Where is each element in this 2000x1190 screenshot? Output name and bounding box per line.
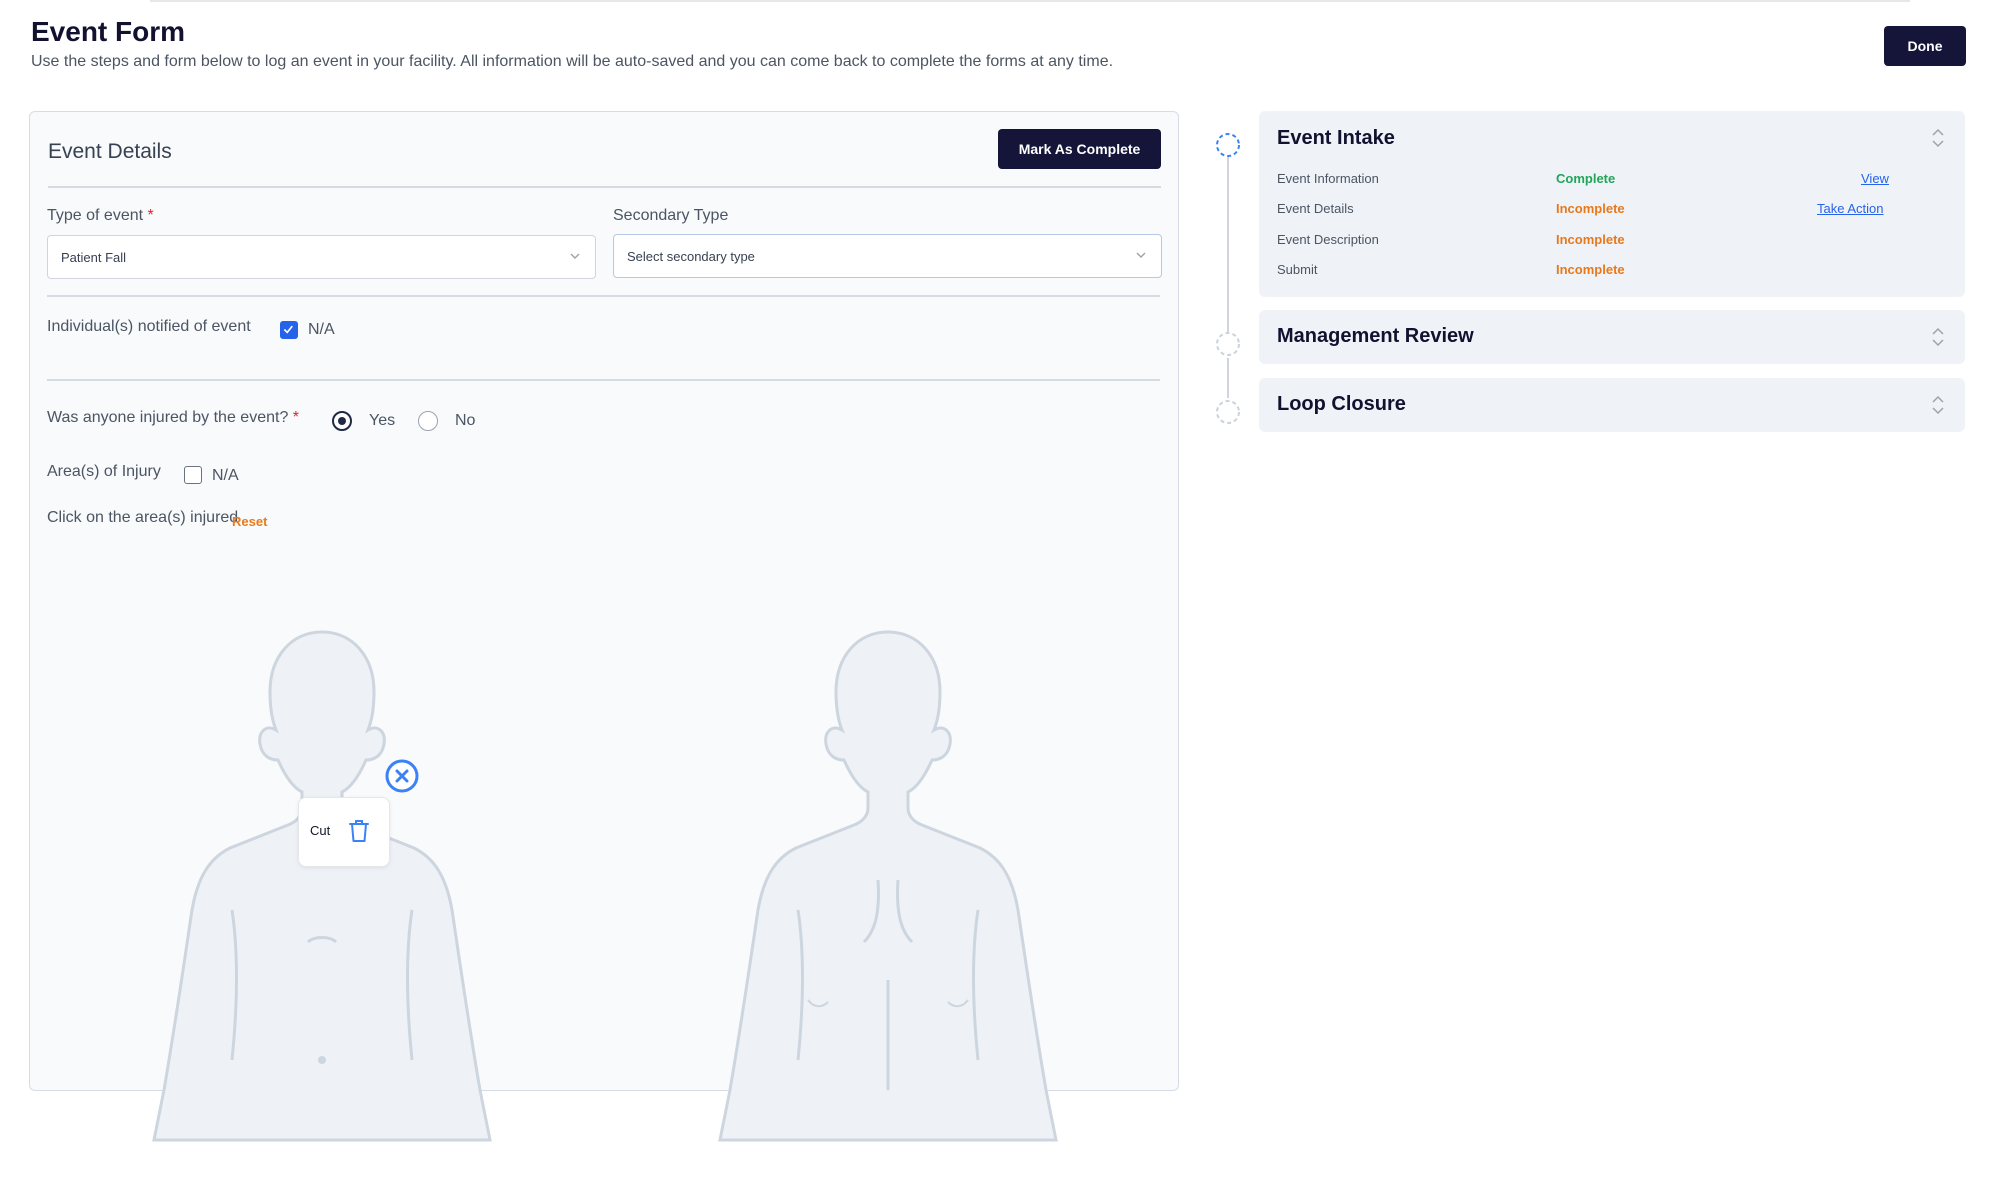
body-back-figure[interactable] <box>708 570 1068 1190</box>
accordion-event-intake[interactable]: Event Intake Event Information Complete … <box>1259 111 1965 297</box>
type-of-event-label: Type of event * <box>47 207 154 225</box>
injured-yes-label: Yes <box>369 412 396 429</box>
required-marker: * <box>147 207 154 224</box>
step-row-label: Submit <box>1277 262 1318 277</box>
step-row-label: Event Description <box>1277 232 1379 247</box>
injured-question-text: Was anyone injured by the event? <box>47 409 289 426</box>
injured-no-label: No <box>455 412 476 429</box>
type-label-text: Type of event <box>47 207 144 224</box>
step-connector <box>1227 358 1229 398</box>
step-row-status: Incomplete <box>1556 262 1625 277</box>
step-circle-icon <box>1216 332 1240 356</box>
step-circle-icon <box>1216 133 1240 157</box>
type-of-event-select[interactable]: Patient Fall <box>47 235 596 279</box>
type-of-event-value: Patient Fall <box>61 249 127 265</box>
notified-label: Individual(s) notified of event <box>47 318 251 335</box>
required-marker: * <box>292 409 300 426</box>
divider <box>47 295 1160 297</box>
close-circle-icon[interactable] <box>385 759 419 793</box>
areas-na-checkbox[interactable] <box>184 466 202 484</box>
accordion-title: Loop Closure <box>1277 393 1406 415</box>
step-circle-icon <box>1216 400 1240 424</box>
expand-collapse-icon[interactable] <box>1931 394 1945 416</box>
divider <box>48 186 1161 188</box>
click-area-instruction: Click on the area(s) injured <box>47 509 239 526</box>
step-row-status: Incomplete <box>1556 201 1625 216</box>
areas-of-injury-label: Area(s) of Injury <box>47 463 161 480</box>
card-title: Event Details <box>48 140 172 163</box>
page-title: Event Form <box>31 16 186 47</box>
accordion-management-review[interactable]: Management Review <box>1259 310 1965 364</box>
done-button[interactable]: Done <box>1884 26 1966 66</box>
divider <box>47 379 1160 381</box>
step-row-label: Event Details <box>1277 201 1354 216</box>
areas-na-label: N/A <box>212 467 239 484</box>
page-subtitle: Use the steps and form below to log an e… <box>31 53 1114 70</box>
injury-type-label: Cut <box>310 823 331 838</box>
injured-yes-radio[interactable] <box>332 411 352 431</box>
top-divider <box>150 0 1910 2</box>
secondary-type-label: Secondary Type <box>613 207 729 224</box>
trash-icon[interactable] <box>348 818 370 844</box>
expand-collapse-icon[interactable] <box>1931 326 1945 348</box>
mark-as-complete-button[interactable]: Mark As Complete <box>998 129 1161 169</box>
injury-tooltip: Cut <box>298 797 390 867</box>
checkmark-icon <box>283 325 293 334</box>
notified-na-label: N/A <box>308 321 335 338</box>
notified-na-checkbox[interactable] <box>280 321 298 339</box>
secondary-type-placeholder: Select secondary type <box>627 248 755 264</box>
injured-question-label: Was anyone injured by the event? * <box>47 409 299 427</box>
chevron-down-icon <box>570 253 580 259</box>
reset-link[interactable]: Reset <box>232 514 267 529</box>
body-front-figure[interactable] <box>142 570 502 1190</box>
accordion-title: Event Intake <box>1277 127 1395 149</box>
take-action-link[interactable]: Take Action <box>1817 201 1884 216</box>
step-row-status: Complete <box>1556 171 1616 186</box>
step-connector <box>1227 157 1229 332</box>
injured-no-radio[interactable] <box>418 411 438 431</box>
step-row-label: Event Information <box>1277 171 1379 186</box>
view-link[interactable]: View <box>1861 171 1889 186</box>
chevron-down-icon <box>1136 252 1146 258</box>
step-row-status: Incomplete <box>1556 232 1625 247</box>
secondary-type-select[interactable]: Select secondary type <box>613 234 1162 278</box>
expand-collapse-icon[interactable] <box>1931 127 1945 149</box>
accordion-title: Management Review <box>1277 325 1474 347</box>
accordion-loop-closure[interactable]: Loop Closure <box>1259 378 1965 432</box>
